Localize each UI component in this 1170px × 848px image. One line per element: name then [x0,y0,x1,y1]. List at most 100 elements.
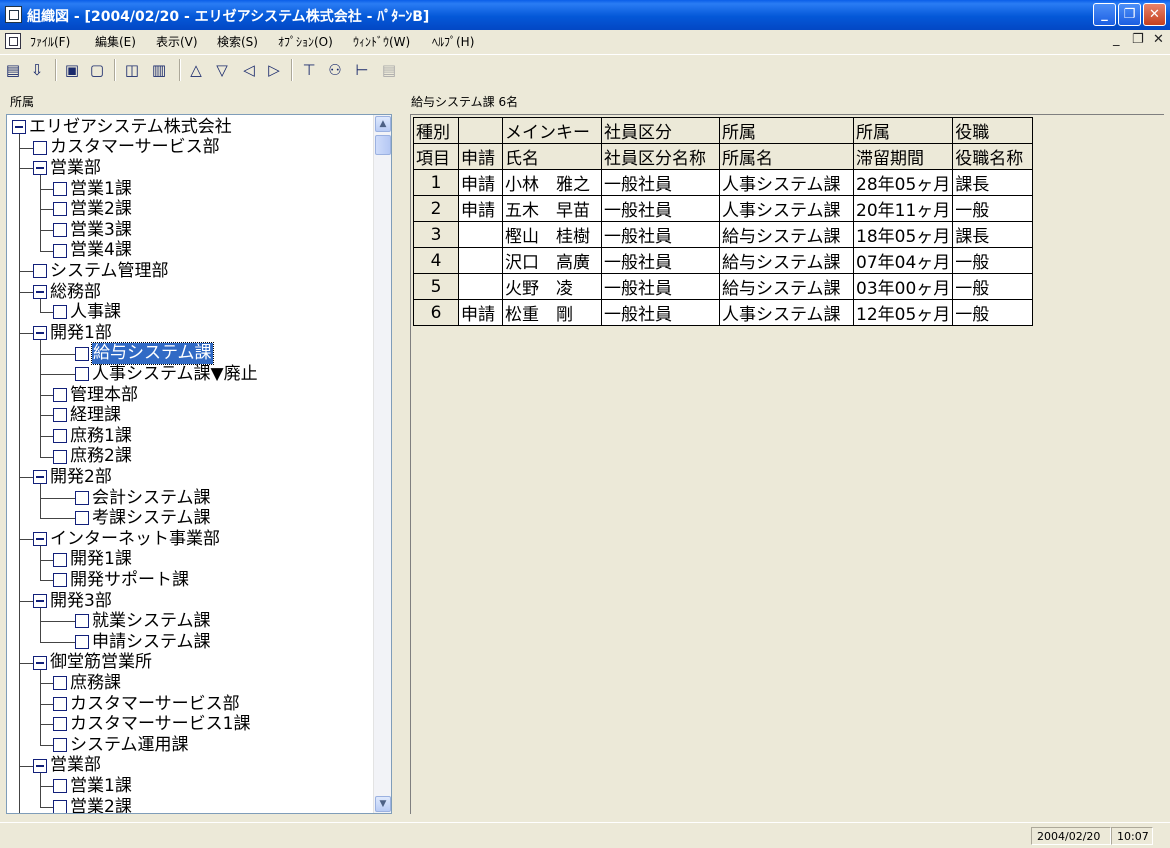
tree-node-label[interactable]: システム管理部 [50,261,169,282]
table-row[interactable]: 6 申請 松重 剛一般社員 人事システム課 12年05ヶ月 一般 [413,299,1034,326]
tree-node[interactable]: カスタマーサービス部 [40,694,240,715]
tree-node[interactable]: 人事課 [40,302,121,323]
tree-node-label[interactable]: 開発サポート課 [70,570,189,591]
node-box-icon[interactable] [53,738,67,752]
tree-view-icon[interactable]: ⊢ [351,59,373,81]
tree-node[interactable]: カスタマーサービス1課 [40,714,250,735]
grid-cell[interactable]: 28年05ヶ月 [852,169,954,196]
grid-cell[interactable]: 一般社員 [601,221,720,248]
row-number-cell[interactable]: 1 [413,169,459,196]
node-box-icon[interactable] [53,552,67,567]
tree-node[interactable]: システム管理部 [19,261,169,282]
grid-cell[interactable]: 樫山 桂樹 [502,221,602,248]
tree-node-label[interactable]: カスタマーサービス部 [70,694,240,715]
collapse-icon[interactable] [33,758,47,773]
tree-node-label[interactable]: 営業1課 [70,776,132,797]
table-row[interactable]: 5 火野 凌一般社員 給与システム課 03年00ヶ月 一般 [413,273,1034,300]
menu-view[interactable]: 表示(V) [156,33,198,50]
collapse-icon[interactable] [33,593,47,608]
mdi-minimize-button[interactable]: _ [1113,32,1120,47]
grid-cell[interactable]: 一般社員 [601,169,720,196]
tree-node-label[interactable]: 営業1課 [70,179,132,200]
node-box-icon[interactable] [53,449,67,464]
node-box-icon[interactable] [75,635,89,649]
person-icon[interactable]: ⚇ [324,59,346,81]
node-box-icon[interactable] [53,696,67,711]
table-row[interactable]: 4 沢口 高廣 一般社員 給与システム課 07年04ヶ月 一般 [413,247,1034,274]
grid-cell[interactable]: 人事システム課 [719,195,854,222]
tree-node[interactable]: 御堂筋営業所 [19,652,152,673]
node-box-icon[interactable] [53,779,67,794]
grid-cell[interactable]: 一般社員 [601,247,720,274]
tree-node[interactable]: 営業4課 [40,240,132,261]
node-box-icon[interactable] [53,429,67,443]
grid-cell[interactable]: 課長 [952,169,1034,196]
restore-button[interactable]: ❐ [1118,3,1141,26]
grid-cell[interactable]: 一般 [952,273,1034,300]
org-tree-panel[interactable]: エリゼアシステム株式会社 カスタマーサービス部 営業部 営業1課 営業2課 営業3課 営業4… [6,114,392,814]
print-setup-icon[interactable]: ▢ [86,59,108,81]
grid-cell[interactable]: 一般 [952,195,1034,222]
grid-cell[interactable]: 07年04ヶ月 [852,247,954,274]
menu-window[interactable]: ｳｨﾝﾄﾞｳ(W) [353,33,410,50]
collapse-icon[interactable] [33,655,47,670]
tree-node[interactable]: システム運用課 [40,735,189,756]
node-box-icon[interactable] [53,573,67,588]
node-box-icon[interactable] [53,181,67,196]
node-box-icon[interactable] [53,243,67,258]
menu-edit[interactable]: 編集(E) [95,33,136,50]
tree-node-label[interactable]: インターネット事業部 [50,529,220,550]
grid-cell[interactable]: 給与システム課 [719,273,854,300]
tree-node-label[interactable]: 人事システム課▼廃止 [92,364,258,385]
tree-node[interactable]: 人事システム課▼廃止 [40,364,258,385]
pane-splitter[interactable] [397,88,403,816]
tree-node[interactable]: 営業3課 [40,220,132,240]
grid-cell[interactable]: 一般社員 [601,299,720,326]
tree-node-label[interactable]: システム運用課 [70,735,189,756]
move-left-icon[interactable]: ◁ [238,59,260,81]
collapse-icon[interactable] [33,284,47,299]
tree-node-label[interactable]: 開発3部 [50,591,112,612]
grid-cell[interactable]: 人事システム課 [719,169,854,196]
collapse-icon[interactable] [33,532,47,546]
row-number-cell[interactable]: 3 [413,221,459,248]
tree-scrollbar[interactable]: ▲ ▼ [373,115,391,813]
tree-node[interactable]: 開発2部 [19,467,112,487]
tree-node-label[interactable]: 庶務1課 [70,426,132,447]
row-number-cell[interactable]: 2 [413,195,459,222]
tree-node-label[interactable]: 開発1課 [70,549,132,570]
move-down-icon[interactable]: ▽ [211,59,233,81]
node-box-icon[interactable] [75,614,89,629]
tree-node[interactable]: 経理課 [40,405,121,425]
grid-cell[interactable] [458,221,503,248]
menu-options[interactable]: ｵﾌﾟｼｮﾝ(O) [278,33,333,50]
tree-node[interactable]: 開発1部 [19,323,112,343]
org-chart-icon[interactable] [5,6,22,23]
tree-node[interactable]: 会計システム課 [40,488,211,509]
tree-node-label[interactable]: 管理本部 [70,385,138,406]
tree-node-label[interactable]: 考課システム課 [92,508,211,529]
grid-cell[interactable]: 20年11ヶ月 [852,195,954,222]
tree-node-label[interactable]: カスタマーサービス1課 [70,714,250,735]
grid-cell[interactable]: 小林 雅之 [502,169,602,196]
tree-node[interactable]: 営業部 [19,755,101,776]
tree-node-label[interactable]: 会計システム課 [92,488,211,509]
tree-node[interactable]: 考課システム課 [40,508,211,529]
tree-node[interactable]: インターネット事業部 [19,529,220,550]
tree-node-label[interactable]: 就業システム課 [92,611,211,632]
tree-node-label[interactable]: 人事課 [70,302,121,323]
tree-node[interactable]: 就業システム課 [40,611,211,632]
node-box-icon[interactable] [33,140,47,155]
import-icon[interactable]: ⇩ [26,59,48,81]
grid-cell[interactable]: 松重 剛 [502,299,602,326]
tree-node[interactable]: カスタマーサービス部 [19,137,220,158]
table-row[interactable]: 2 申請 五木 早苗 一般社員 人事システム課 20年11ヶ月 一般 [413,195,1034,222]
grid-cell[interactable]: 03年00ヶ月 [852,273,954,300]
minimize-button[interactable]: _ [1093,3,1116,26]
collapse-icon[interactable] [33,470,47,485]
row-number-cell[interactable]: 4 [413,247,459,274]
tree-node-label[interactable]: 庶務2課 [70,446,132,467]
collapse-icon[interactable] [12,120,26,134]
tree-node[interactable]: 庶務1課 [40,426,132,447]
book-icon[interactable]: ▤ [2,59,24,81]
